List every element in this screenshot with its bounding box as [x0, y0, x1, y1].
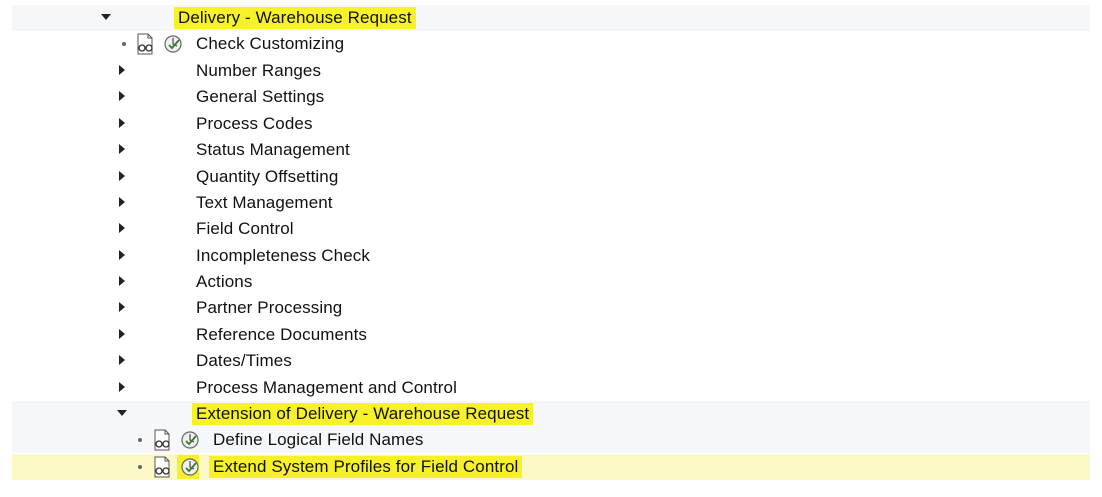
execute-clock-icon[interactable]	[180, 456, 200, 478]
tree-node-field-control[interactable]: Field Control	[12, 216, 1090, 242]
tree-node-general-settings[interactable]: General Settings	[12, 84, 1090, 110]
glasses-document-icon[interactable]	[135, 33, 155, 55]
triangle-right-icon[interactable]	[116, 249, 128, 261]
node-label: Partner Processing	[196, 298, 343, 317]
node-label: Process Codes	[196, 114, 313, 133]
node-label: Incompleteness Check	[196, 246, 370, 265]
node-label: Define Logical Field Names	[213, 430, 424, 449]
tree-node-actions[interactable]: Actions	[12, 269, 1090, 295]
triangle-right-icon[interactable]	[116, 275, 128, 287]
tree-node-text-management[interactable]: Text Management	[12, 190, 1090, 216]
tree-node-extend-system-profiles-for-field-control[interactable]: Extend System Profiles for Field Control	[12, 454, 1090, 480]
node-label: Reference Documents	[196, 325, 368, 344]
triangle-right-icon[interactable]	[116, 196, 128, 208]
node-label: Field Control	[196, 219, 294, 238]
tree-node-reference-documents[interactable]: Reference Documents	[12, 322, 1090, 348]
node-label: Number Ranges	[196, 61, 322, 80]
tree-node-dates-times[interactable]: Dates/Times	[12, 348, 1090, 374]
tree-node-define-logical-field-names[interactable]: Define Logical Field Names	[12, 427, 1090, 453]
triangle-down-icon[interactable]	[100, 11, 112, 23]
triangle-right-icon[interactable]	[116, 222, 128, 234]
tree-node-process-management-and-control[interactable]: Process Management and Control	[12, 375, 1090, 401]
tree-node-quantity-offsetting[interactable]: Quantity Offsetting	[12, 164, 1090, 190]
tree-node-process-codes[interactable]: Process Codes	[12, 111, 1090, 137]
triangle-right-icon[interactable]	[116, 301, 128, 313]
bullet-icon	[122, 42, 126, 46]
tree-node-partner-processing[interactable]: Partner Processing	[12, 295, 1090, 321]
tree-node-delivery-warehouse-request[interactable]: Delivery - Warehouse Request	[12, 5, 1090, 31]
triangle-right-icon[interactable]	[116, 64, 128, 76]
tree-node-extension-of-delivery-warehouse-request[interactable]: Extension of Delivery - Warehouse Reques…	[12, 401, 1090, 427]
triangle-right-icon[interactable]	[116, 90, 128, 102]
tree-node-check-customizing[interactable]: Check Customizing	[12, 31, 1090, 57]
glasses-document-icon[interactable]	[152, 429, 172, 451]
triangle-right-icon[interactable]	[116, 117, 128, 129]
triangle-right-icon[interactable]	[116, 170, 128, 182]
triangle-down-icon[interactable]	[116, 407, 128, 419]
node-label: Delivery - Warehouse Request	[174, 7, 416, 29]
node-label: Dates/Times	[196, 351, 292, 370]
node-label: Extend System Profiles for Field Control	[209, 456, 523, 478]
triangle-right-icon[interactable]	[116, 381, 128, 393]
node-label: Quantity Offsetting	[196, 167, 339, 186]
bullet-icon	[138, 438, 142, 442]
node-label: Text Management	[196, 193, 333, 212]
tree-node-status-management[interactable]: Status Management	[12, 137, 1090, 163]
node-label: Check Customizing	[196, 34, 345, 53]
glasses-document-icon[interactable]	[152, 456, 172, 478]
execute-clock-icon[interactable]	[163, 33, 183, 55]
triangle-right-icon[interactable]	[116, 328, 128, 340]
node-label: General Settings	[196, 87, 325, 106]
tree-node-number-ranges[interactable]: Number Ranges	[12, 58, 1090, 84]
execute-clock-icon[interactable]	[180, 429, 200, 451]
img-tree: Delivery - Warehouse Request Check Custo…	[0, 0, 1102, 497]
node-label: Extension of Delivery - Warehouse Reques…	[192, 403, 534, 425]
node-label: Process Management and Control	[196, 378, 457, 397]
triangle-right-icon[interactable]	[116, 354, 128, 366]
node-label: Status Management	[196, 140, 350, 159]
tree-node-incompleteness-check[interactable]: Incompleteness Check	[12, 243, 1090, 269]
bullet-icon	[138, 465, 142, 469]
node-label: Actions	[196, 272, 253, 291]
triangle-right-icon[interactable]	[116, 143, 128, 155]
